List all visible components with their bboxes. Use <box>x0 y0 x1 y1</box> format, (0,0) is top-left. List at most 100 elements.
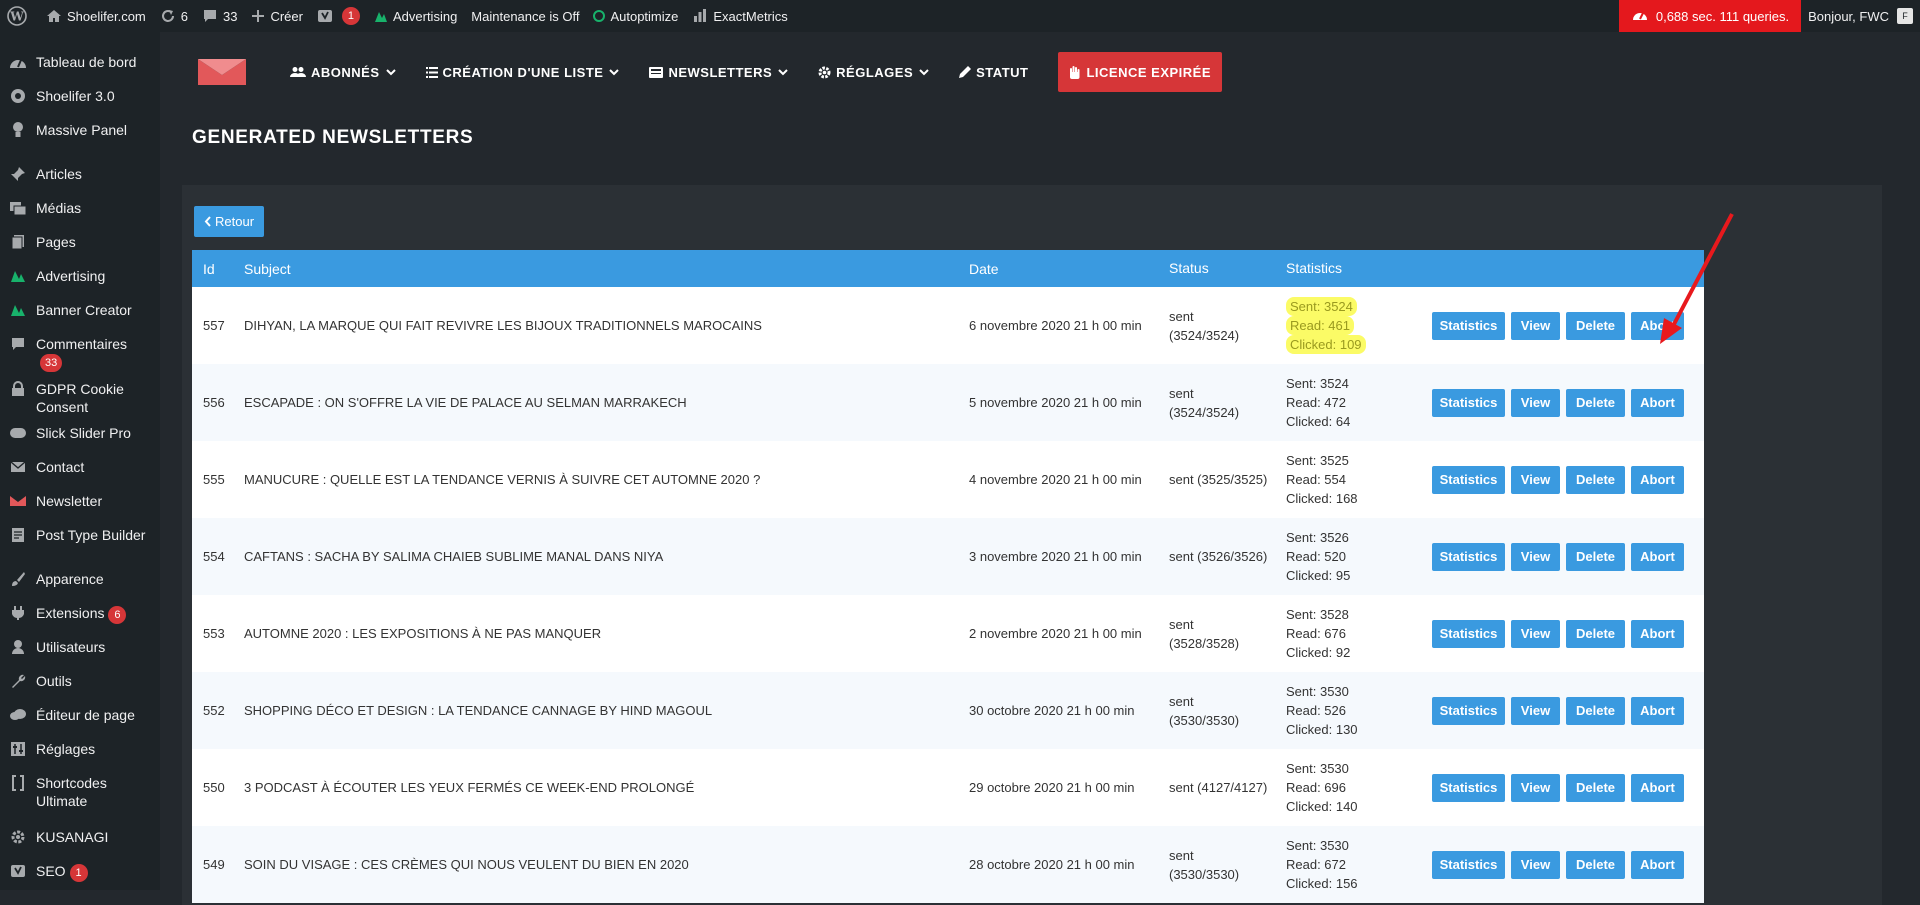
statistics-button[interactable]: Statistics <box>1432 619 1505 648</box>
greeting: Bonjour, FWC <box>1808 8 1889 24</box>
sidebar-item-medias[interactable]: Médias <box>0 191 160 225</box>
abort-button[interactable]: Abort <box>1631 542 1684 571</box>
statistics-button[interactable]: Statistics <box>1432 465 1505 494</box>
abort-button[interactable]: Abort <box>1631 850 1684 879</box>
exactmetrics-link[interactable]: ExactMetrics <box>685 0 794 32</box>
sidebar-item-slick-slider[interactable]: Slick Slider Pro <box>0 416 160 450</box>
view-button[interactable]: View <box>1511 542 1560 571</box>
view-button[interactable]: View <box>1511 696 1560 725</box>
licence-expired-button[interactable]: LICENCE EXPIRÉE <box>1058 52 1223 92</box>
delete-button[interactable]: Delete <box>1566 850 1625 879</box>
sidebar-item-contact[interactable]: Contact <box>0 450 160 484</box>
delete-button[interactable]: Delete <box>1566 619 1625 648</box>
delete-button[interactable]: Delete <box>1566 311 1625 340</box>
delete-button[interactable]: Delete <box>1566 773 1625 802</box>
table-row: 549 SOIN DU VISAGE : CES CRÈMES QUI NOUS … <box>192 826 1704 903</box>
query-monitor-button[interactable]: 0,688 sec. 111 queries. <box>1618 0 1802 32</box>
create-new-link[interactable]: Créer <box>244 0 310 32</box>
sidebar-item-extensions[interactable]: Extensions 6 <box>0 596 160 630</box>
stat-sent: Sent: 3525 <box>1286 453 1349 468</box>
row-date: 29 octobre 2020 21 h 00 min <box>969 780 1135 795</box>
delete-button[interactable]: Delete <box>1566 388 1625 417</box>
stat-clicked: Clicked: 130 <box>1286 722 1358 737</box>
site-name-link[interactable]: Shoelifer.com <box>39 0 153 32</box>
delete-button[interactable]: Delete <box>1566 542 1625 571</box>
abort-button[interactable]: Abort <box>1631 311 1684 340</box>
sidebar-item-settings[interactable]: Réglages <box>0 732 160 766</box>
comments-link[interactable]: 33 <box>195 0 244 32</box>
row-statistics: Sent: 3530 Read: 696 Clicked: 140 <box>1276 759 1432 816</box>
sidebar-item-page-editor[interactable]: Éditeur de page <box>0 698 160 732</box>
sidebar-item-tools[interactable]: Outils <box>0 664 160 698</box>
statistics-button[interactable]: Statistics <box>1432 388 1505 417</box>
comments-badge: 33 <box>40 354 63 373</box>
row-actions: Statistics View Delete Abort <box>1432 619 1704 648</box>
abort-button[interactable]: Abort <box>1631 696 1684 725</box>
table-row: 556 ESCAPADE : ON S'OFFRE LA VIE DE PALAC… <box>192 364 1704 441</box>
nav-creation-liste[interactable]: CRÉATION D'UNE LISTE <box>425 65 620 80</box>
delete-button[interactable]: Delete <box>1566 696 1625 725</box>
account-menu[interactable]: Bonjour, FWC F <box>1801 0 1920 32</box>
statistics-button[interactable]: Statistics <box>1432 850 1505 879</box>
view-button[interactable]: View <box>1511 311 1560 340</box>
sidebar-item-gdpr[interactable]: GDPR Cookie Consent <box>0 372 160 416</box>
view-button[interactable]: View <box>1511 388 1560 417</box>
stat-clicked: Clicked: 168 <box>1286 491 1358 506</box>
document-icon <box>8 526 28 544</box>
plugin-logo-icon[interactable] <box>198 59 246 85</box>
sidebar-item-comments[interactable]: Commentaires33 <box>0 327 160 373</box>
status-line2: (3530/3530) <box>1169 866 1240 882</box>
view-button[interactable]: View <box>1511 850 1560 879</box>
statistics-button[interactable]: Statistics <box>1432 311 1505 340</box>
advertising-icon <box>8 267 28 285</box>
yoast-icon <box>317 8 333 24</box>
sidebar-item-advertising[interactable]: Advertising <box>0 259 160 293</box>
yoast-link[interactable]: 1 <box>310 0 367 32</box>
statistics-button[interactable]: Statistics <box>1432 696 1505 725</box>
sidebar-item-post-type-builder[interactable]: Post Type Builder <box>0 518 160 552</box>
nav-reglages[interactable]: RÉGLAGES <box>818 65 929 80</box>
view-button[interactable]: View <box>1511 773 1560 802</box>
abort-button[interactable]: Abort <box>1631 388 1684 417</box>
sidebar-item-articles[interactable]: Articles <box>0 157 160 191</box>
maintenance-link[interactable]: Maintenance is Off <box>464 0 586 32</box>
autoptimize-link[interactable]: Autoptimize <box>586 0 685 32</box>
wordpress-logo-button[interactable]: W <box>0 0 39 32</box>
sidebar-item-seo[interactable]: SEO 1 <box>0 854 160 888</box>
nav-statut[interactable]: STATUT <box>959 65 1028 80</box>
sidebar-item-banner-creator[interactable]: Banner Creator <box>0 293 160 327</box>
sidebar-item-label: Apparence <box>36 571 104 588</box>
statistics-button[interactable]: Statistics <box>1432 773 1505 802</box>
mail-icon <box>8 458 28 476</box>
sidebar-item-users[interactable]: Utilisateurs <box>0 630 160 664</box>
sidebar-item-shortcodes[interactable]: Shortcodes Ultimate <box>0 766 160 810</box>
nav-abonnes[interactable]: ABONNÉS <box>290 65 396 80</box>
advertising-link[interactable]: Advertising <box>367 0 464 32</box>
delete-button[interactable]: Delete <box>1566 465 1625 494</box>
row-statistics: Sent: 3530 Read: 526 Clicked: 130 <box>1276 682 1432 739</box>
abort-button[interactable]: Abort <box>1631 619 1684 648</box>
sidebar-item-newsletter[interactable]: Newsletter <box>0 484 160 518</box>
back-button[interactable]: Retour <box>194 206 265 237</box>
sidebar-item-pages[interactable]: Pages <box>0 225 160 259</box>
pin-icon <box>8 165 28 183</box>
plus-icon <box>251 9 265 23</box>
sidebar-item-massive-panel[interactable]: Massive Panel <box>0 113 160 147</box>
updates-link[interactable]: 6 <box>153 0 195 32</box>
abort-button[interactable]: Abort <box>1631 465 1684 494</box>
statistics-button[interactable]: Statistics <box>1432 542 1505 571</box>
sidebar-item-shoelifer[interactable]: Shoelifer 3.0 <box>0 79 160 113</box>
sidebar-item-dashboard[interactable]: Tableau de bord <box>0 45 160 79</box>
comment-icon <box>8 335 28 353</box>
view-button[interactable]: View <box>1511 465 1560 494</box>
sidebar-item-appearance[interactable]: Apparence <box>0 562 160 596</box>
sidebar-item-label: Banner Creator <box>36 302 132 318</box>
row-actions: Statistics View Delete Abort <box>1432 311 1704 340</box>
abort-button[interactable]: Abort <box>1631 773 1684 802</box>
table-row: 553 AUTOMNE 2020 : LES EXPOSITIONS À NE P… <box>192 595 1704 672</box>
view-button[interactable]: View <box>1511 619 1560 648</box>
row-subject: CAFTANS : SACHA BY SALIMA CHAIEB SUBLIME… <box>244 549 664 564</box>
row-status: sent (3525/3525) <box>1159 470 1276 489</box>
sidebar-item-kusanagi[interactable]: KUSANAGI <box>0 820 160 854</box>
nav-newsletters[interactable]: NEWSLETTERS <box>649 65 788 80</box>
